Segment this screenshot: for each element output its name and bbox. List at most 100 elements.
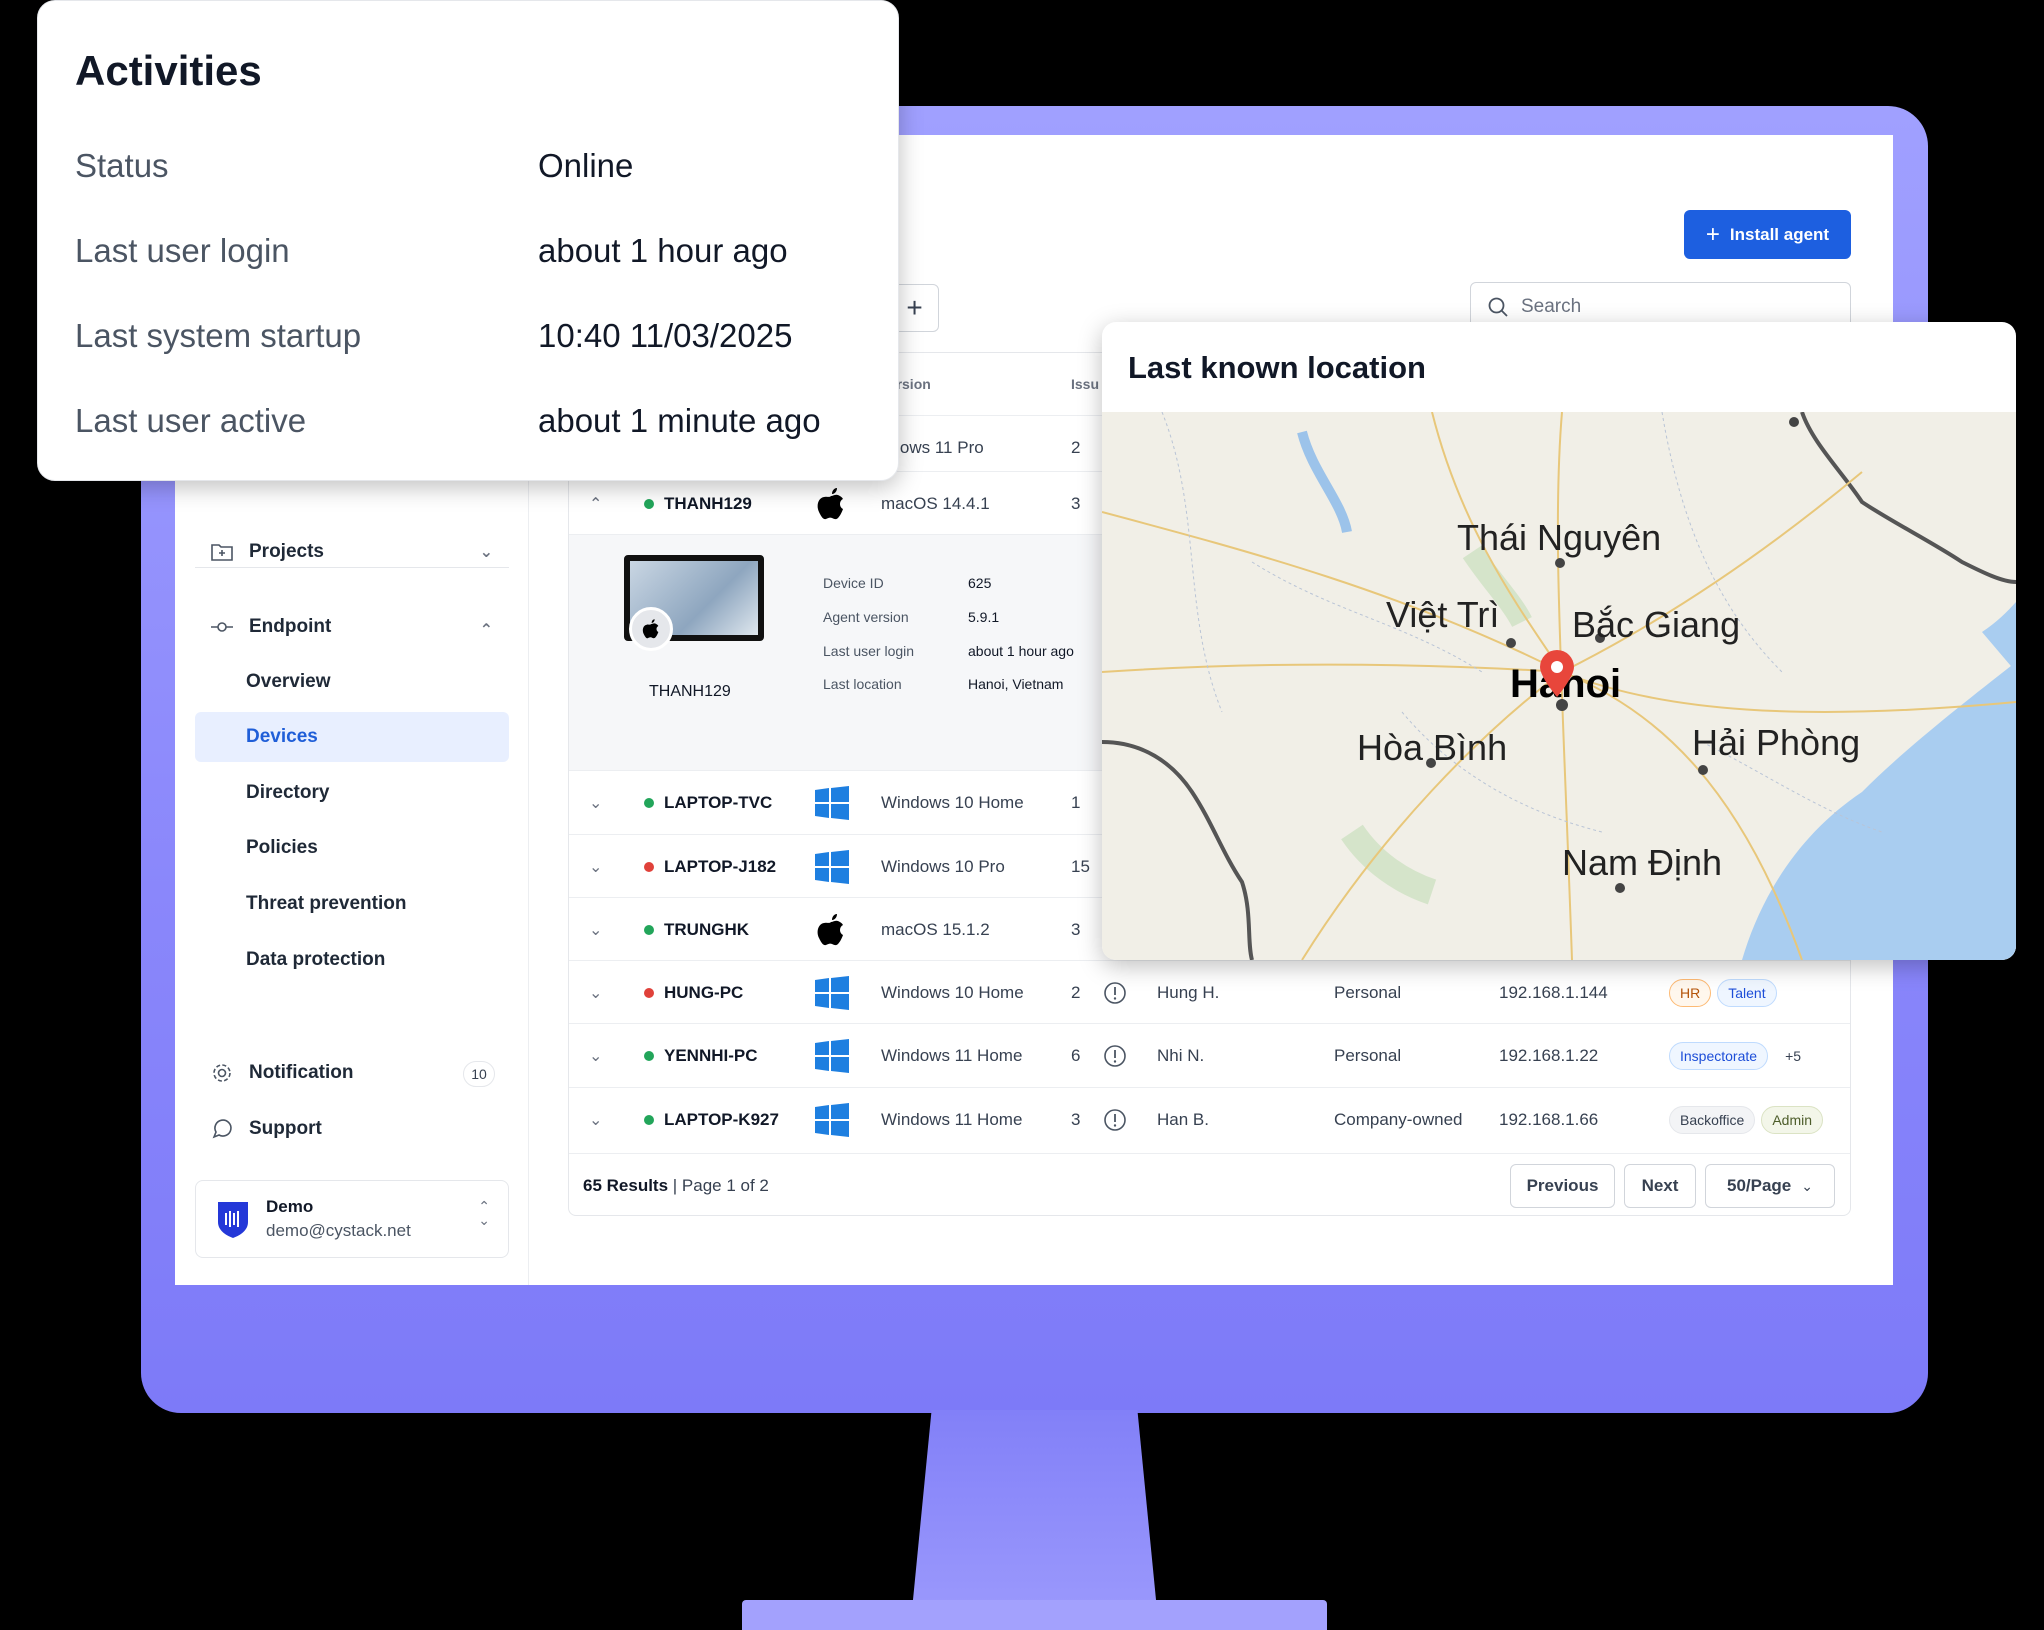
sidebar-item-threat-prevention[interactable]: Threat prevention — [195, 879, 509, 929]
sidebar-item-overview[interactable]: Overview — [195, 657, 509, 707]
chevron-down-icon[interactable]: ⌄ — [589, 835, 602, 898]
warning-icon — [1103, 1088, 1127, 1151]
plus-icon: + — [906, 292, 923, 323]
support-chat-icon — [209, 1116, 235, 1142]
tag-badge[interactable]: HR — [1669, 978, 1712, 1007]
issues-count: 3 — [1071, 1109, 1081, 1129]
next-page-button[interactable]: Next — [1624, 1164, 1696, 1208]
device-name: LAPTOP-J182 — [664, 856, 777, 876]
detail-value: about 1 hour ago — [968, 643, 1074, 659]
map-label-thai-nguyen: Thái Nguyên — [1457, 517, 1662, 558]
table-footer: 65 Results | Page 1 of 2 Previous Next 5… — [569, 1153, 1850, 1215]
last-known-location-card: Last known location Thái Nguyên Việt Trì… — [1102, 322, 2016, 960]
warning-icon — [1103, 1024, 1127, 1087]
ownership: Personal — [1334, 982, 1402, 1002]
column-header-issues[interactable]: Issu — [1071, 353, 1099, 415]
gear-icon — [209, 1060, 235, 1086]
sidebar-item-notification[interactable]: Notification 10 — [195, 1048, 509, 1098]
apple-icon — [815, 898, 847, 961]
warning-icon — [1103, 961, 1127, 1024]
table-row[interactable]: ⌄ YENNHI-PC Windows 11 Home 6 Nhi N. Personal… — [569, 1023, 1850, 1087]
tag-badge[interactable]: Admin — [1761, 1105, 1824, 1134]
chevron-down-icon[interactable]: ⌄ — [589, 771, 602, 834]
tag-badge[interactable]: Backoffice — [1669, 1105, 1756, 1134]
tag-badge[interactable]: +5 — [1774, 1041, 1813, 1070]
results-summary: 65 Results | Page 1 of 2 — [583, 1176, 769, 1195]
chevron-down-icon[interactable]: ⌄ — [589, 898, 602, 961]
tag-badge[interactable]: Inspectorate — [1669, 1041, 1769, 1070]
device-name: LAPTOP-TVC — [664, 792, 773, 812]
map-label-nam-dinh: Nam Định — [1562, 842, 1723, 883]
detail-label: Device ID — [823, 575, 884, 591]
status-dot — [644, 1115, 654, 1125]
detail-label: Last user login — [823, 643, 915, 659]
windows-icon — [815, 1088, 849, 1151]
sidebar-item-devices[interactable]: Devices — [195, 712, 509, 762]
status-dot-online — [644, 499, 654, 509]
sidebar-item-data-protection[interactable]: Data protection — [195, 935, 509, 985]
status-dot — [644, 925, 654, 935]
cystack-logo-icon — [218, 1202, 248, 1238]
issues-count: 2 — [1071, 982, 1081, 1002]
device-name: YENNHI-PC — [664, 1045, 758, 1065]
device-name: HUNG-PC — [664, 982, 744, 1002]
per-page-select[interactable]: 50/Page ⌄ — [1705, 1164, 1835, 1208]
os-name: macOS 14.4.1 — [881, 493, 990, 513]
device-name: TRUNGHK — [664, 919, 749, 939]
windows-icon — [815, 771, 849, 834]
tag-list: Backoffice Admin — [1669, 1088, 1824, 1151]
issues-count: 15 — [1071, 856, 1090, 876]
user-name: Demo — [266, 1197, 314, 1216]
table-row[interactable]: ⌄ LAPTOP-K927 Windows 11 Home 3 Han B. Compan… — [569, 1087, 1850, 1151]
monitor-base — [742, 1600, 1327, 1630]
chevron-down-icon[interactable]: ⌄ — [589, 1024, 602, 1087]
ownership: Company-owned — [1334, 1109, 1463, 1129]
location-title: Last known location — [1128, 350, 1426, 385]
windows-icon — [815, 1024, 849, 1087]
monitor-stand — [912, 1410, 1157, 1610]
sidebar-item-directory[interactable]: Directory — [195, 768, 509, 818]
sidebar-item-endpoint[interactable]: Endpoint ⌃ — [195, 602, 509, 652]
chevron-up-icon[interactable]: ⌃ — [589, 472, 602, 535]
sidebar-item-policies[interactable]: Policies — [195, 823, 509, 873]
tag-list: HR Talent — [1669, 961, 1777, 1024]
ownership: Personal — [1334, 1045, 1402, 1065]
sidebar-item-label: Projects — [249, 541, 324, 562]
install-agent-button[interactable]: + Install agent — [1684, 210, 1851, 259]
windows-icon — [815, 835, 849, 898]
plus-icon: + — [1705, 220, 1720, 248]
status-dot — [644, 798, 654, 808]
previous-page-button[interactable]: Previous — [1510, 1164, 1615, 1208]
os-name: Windows 11 Home — [881, 1045, 1023, 1065]
detail-value: 5.9.1 — [968, 609, 1000, 625]
device-name: LAPTOP-K927 — [664, 1109, 779, 1129]
device-caption: THANH129 — [649, 683, 731, 700]
detail-label: Last location — [823, 676, 902, 692]
ip-address: 192.168.1.66 — [1499, 1109, 1599, 1129]
ip-address: 192.168.1.22 — [1499, 1045, 1599, 1065]
folder-icon — [209, 539, 235, 565]
issues-count: 3 — [1071, 919, 1081, 939]
os-name: Windows 11 Home — [881, 1109, 1023, 1129]
account-switcher[interactable]: Demo demo@cystack.net ⌃ ⌄ — [195, 1180, 509, 1258]
location-map[interactable]: Thái Nguyên Việt Trì Bắc Giang Hanoi Hòa… — [1102, 411, 2016, 960]
sidebar-item-projects[interactable]: Projects ⌄ — [195, 527, 509, 577]
detail-label: Agent version — [823, 609, 909, 625]
issues-count: 6 — [1071, 1045, 1081, 1065]
tag-badge[interactable]: Talent — [1717, 978, 1777, 1007]
issues-count: 1 — [1071, 792, 1081, 812]
activity-label: Last user active — [75, 402, 307, 439]
assigned-user: Nhi N. — [1157, 1045, 1205, 1065]
chevron-down-icon: ⌄ — [479, 544, 493, 561]
sidebar-item-label: Notification — [249, 1062, 354, 1083]
device-thumbnail — [624, 555, 764, 651]
windows-icon — [815, 961, 849, 1024]
activity-value: about 1 minute ago — [538, 402, 821, 439]
table-row[interactable]: ⌄ HUNG-PC Windows 10 Home 2 Hung H. Personal 1… — [569, 960, 1850, 1024]
chevron-down-icon[interactable]: ⌄ — [589, 1088, 602, 1151]
location-pin-icon — [1540, 650, 1574, 697]
chevron-down-icon[interactable]: ⌄ — [589, 961, 602, 1024]
sidebar-item-support[interactable]: Support — [195, 1104, 509, 1154]
status-dot — [644, 862, 654, 872]
user-email: demo@cystack.net — [266, 1221, 411, 1240]
